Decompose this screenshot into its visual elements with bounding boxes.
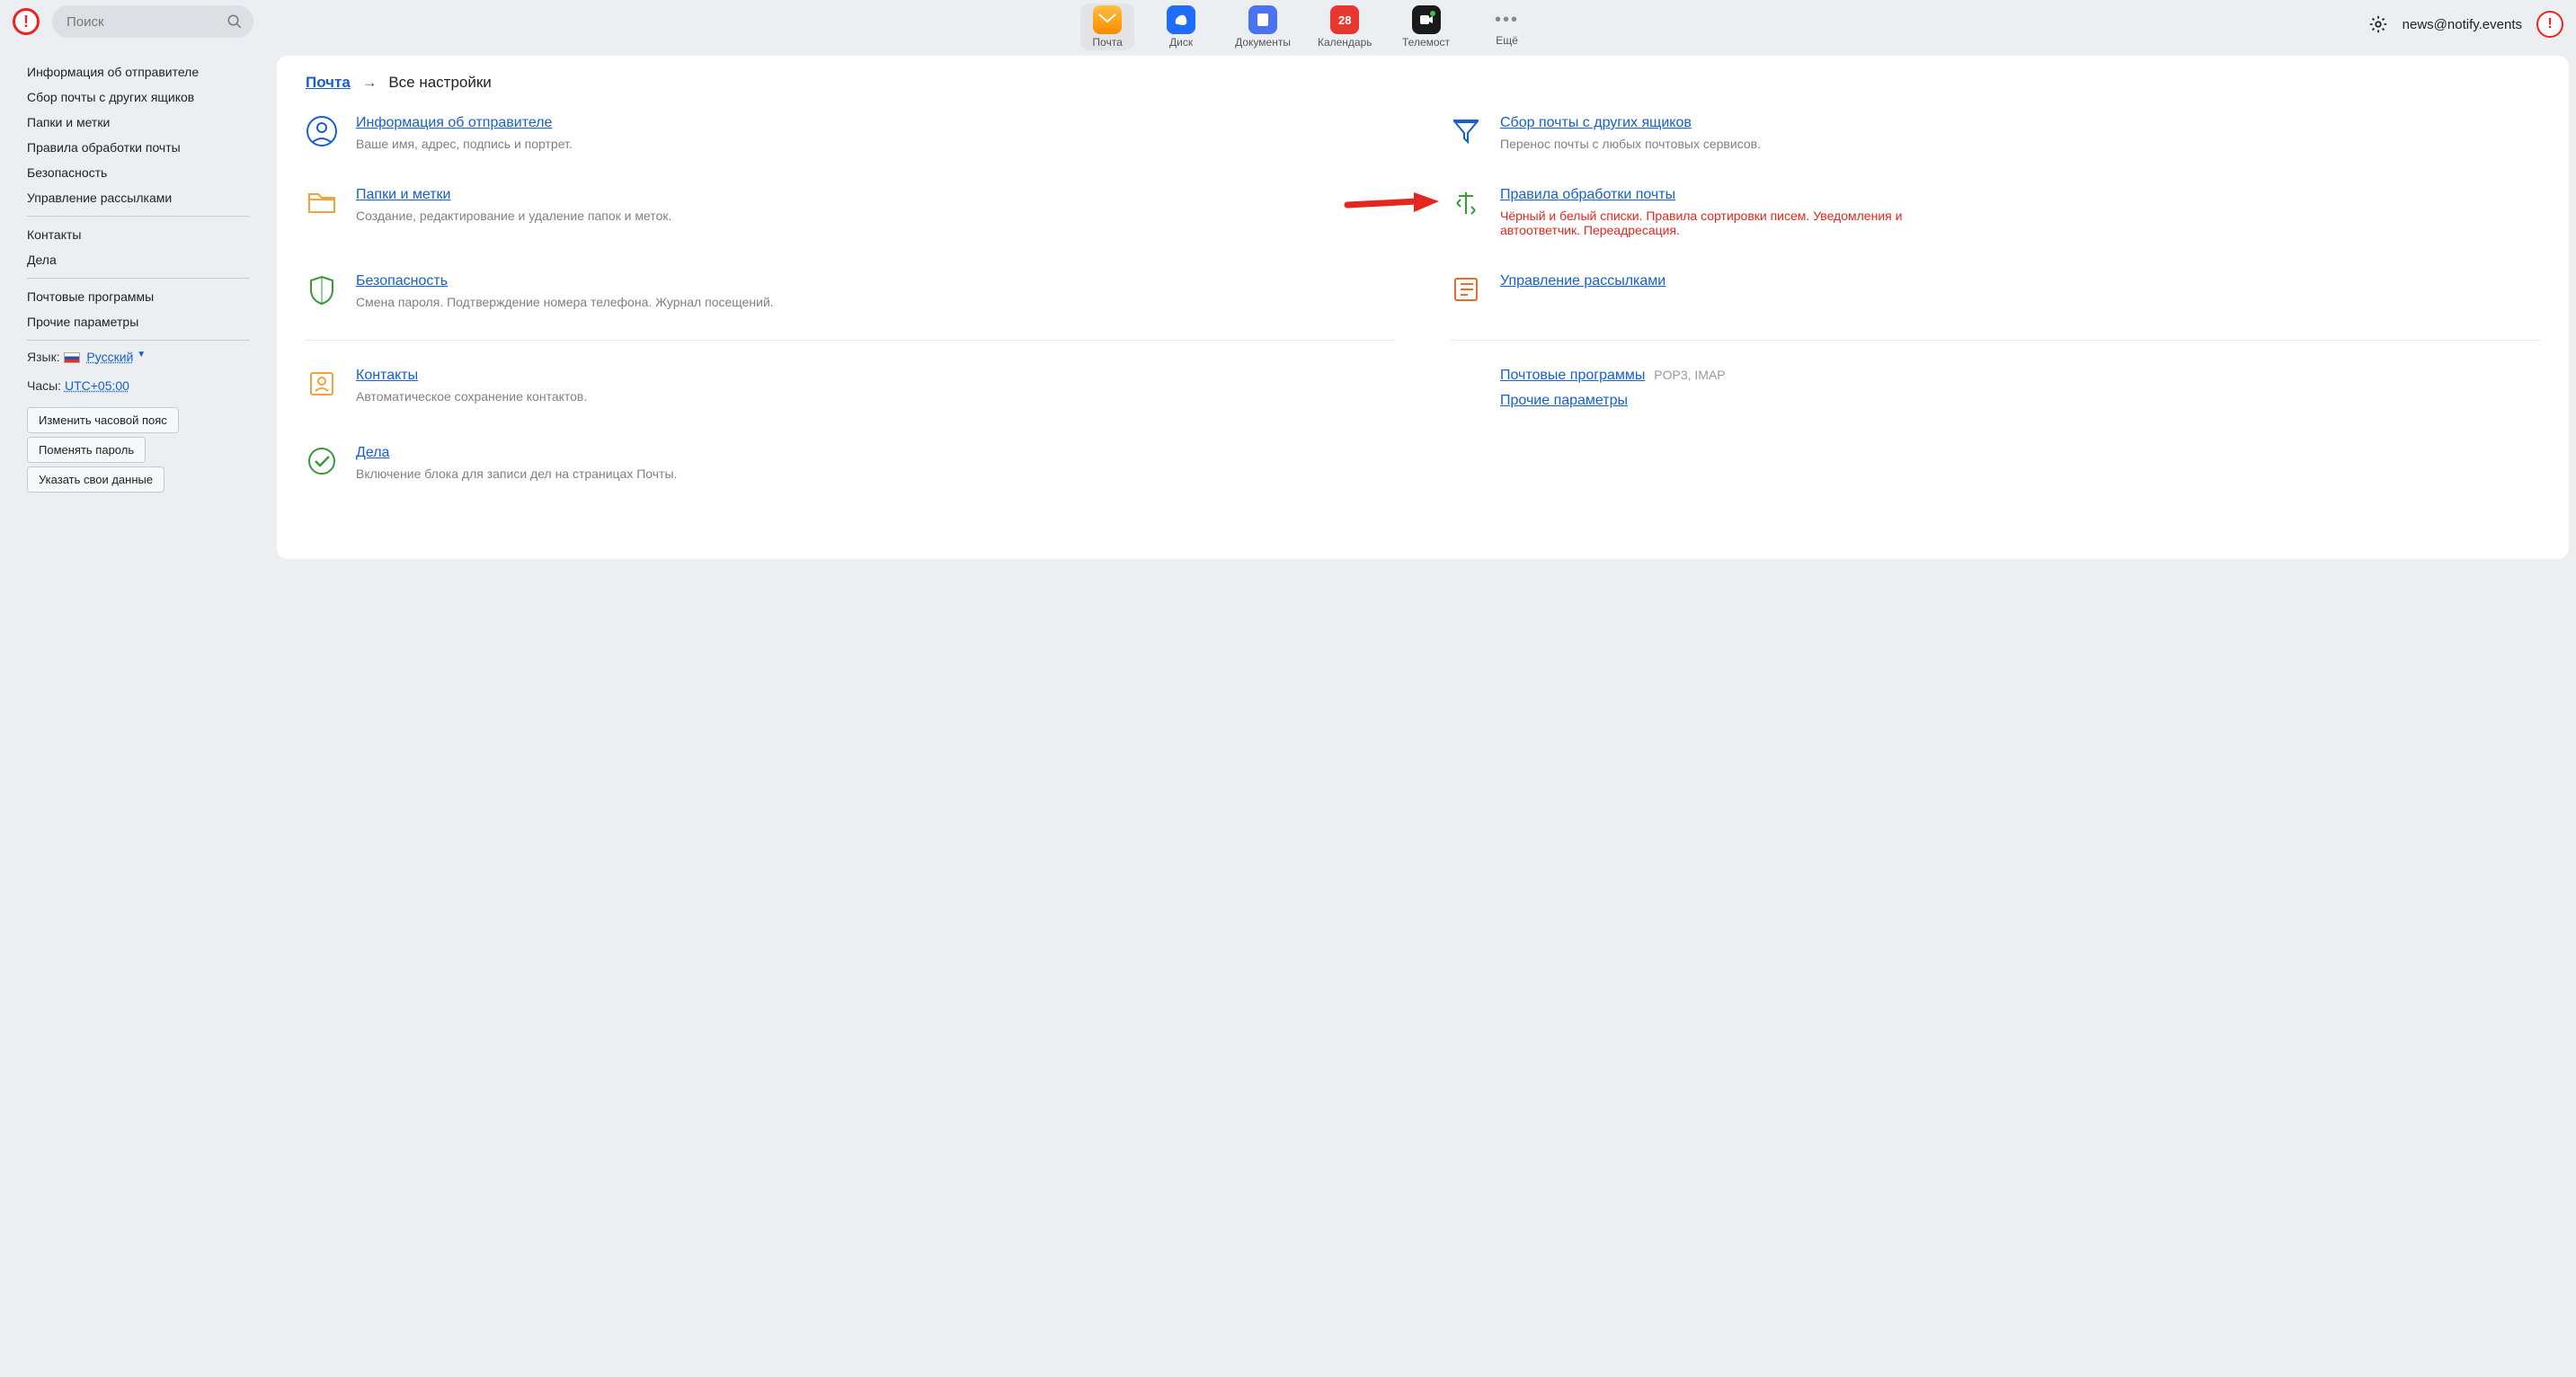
page: Информация об отправителе Сбор почты с д… xyxy=(0,52,2576,559)
search-icon[interactable] xyxy=(227,13,243,30)
card-subs: Управление рассылками xyxy=(1450,273,2540,309)
card-sender-link[interactable]: Информация об отправителе xyxy=(356,115,552,130)
card-todo: Дела Включение блока для записи дел на с… xyxy=(306,445,1396,481)
sidebar-item-sender[interactable]: Информация об отправителе xyxy=(13,59,264,84)
sidebar-item-folders[interactable]: Папки и метки xyxy=(13,110,264,135)
card-folders-desc: Создание, редактирование и удаление папо… xyxy=(356,209,671,223)
divider xyxy=(27,278,250,279)
header-right: news@notify.events ! xyxy=(2368,5,2563,38)
sidebar-item-rules[interactable]: Правила обработки почты xyxy=(13,135,264,160)
card-clients: Почтовые программы POP3, IMAP Прочие пар… xyxy=(1450,340,2540,409)
card-folders: Папки и метки Создание, редактирование и… xyxy=(306,187,1396,237)
card-folders-link[interactable]: Папки и метки xyxy=(356,187,450,202)
change-password-button[interactable]: Поменять пароль xyxy=(27,437,146,463)
service-more[interactable]: ••• Ещё xyxy=(1480,5,1534,49)
newspaper-icon xyxy=(1450,273,1482,306)
avatar[interactable]: ! xyxy=(2536,11,2563,38)
divider xyxy=(27,216,250,217)
card-clients-extra: POP3, IMAP xyxy=(1654,368,1725,382)
card-contacts-desc: Автоматическое сохранение контактов. xyxy=(356,389,587,404)
logo-icon[interactable]: ! xyxy=(13,8,40,35)
breadcrumb-root[interactable]: Почта xyxy=(306,74,351,91)
sidebar: Информация об отправителе Сбор почты с д… xyxy=(7,56,270,559)
more-icon: ••• xyxy=(1495,5,1519,34)
gear-icon[interactable] xyxy=(2368,14,2388,34)
card-rules-desc: Чёрный и белый списки. Правила сортировк… xyxy=(1500,209,1932,237)
sidebar-item-contacts[interactable]: Контакты xyxy=(13,222,264,247)
settings-grid: Информация об отправителе Ваше имя, адре… xyxy=(306,115,2540,481)
card-security-desc: Смена пароля. Подтверждение номера телеф… xyxy=(356,295,774,309)
sidebar-item-collect[interactable]: Сбор почты с других ящиков xyxy=(13,84,264,110)
calendar-badge: 28 xyxy=(1338,13,1351,27)
funnel-icon xyxy=(1450,115,1482,147)
enter-data-button[interactable]: Указать свои данные xyxy=(27,466,164,493)
disk-icon xyxy=(1167,5,1195,34)
shield-icon xyxy=(306,273,338,306)
contact-card-icon xyxy=(306,368,338,400)
service-mail[interactable]: Почта xyxy=(1080,4,1134,50)
service-label: Телемост xyxy=(1402,36,1450,49)
telemost-icon xyxy=(1412,5,1441,34)
card-other-link[interactable]: Прочие параметры xyxy=(1500,393,1628,408)
mail-icon xyxy=(1093,5,1122,34)
divider xyxy=(27,340,250,341)
breadcrumb: Почта → Все настройки xyxy=(306,74,2540,92)
sidebar-item-todo[interactable]: Дела xyxy=(13,247,264,272)
sidebar-item-clients[interactable]: Почтовые программы xyxy=(13,284,264,309)
chevron-down-icon[interactable]: ▼ xyxy=(137,350,146,360)
language-label: Язык: xyxy=(27,350,60,364)
breadcrumb-current: Все настройки xyxy=(388,74,491,91)
service-docs[interactable]: Документы xyxy=(1235,5,1291,49)
card-contacts: Контакты Автоматическое сохранение конта… xyxy=(306,340,1396,409)
card-collect: Сбор почты с других ящиков Перенос почты… xyxy=(1450,115,2540,151)
arrow-right-icon: → xyxy=(362,74,378,91)
clock-row: Часы: UTC+05:00 xyxy=(13,375,264,396)
clock-value[interactable]: UTC+05:00 xyxy=(65,378,129,393)
sidebar-item-security[interactable]: Безопасность xyxy=(13,160,264,185)
docs-icon xyxy=(1248,5,1277,34)
service-calendar[interactable]: 28 Календарь xyxy=(1318,5,1372,49)
card-contacts-link[interactable]: Контакты xyxy=(356,368,418,383)
service-label: Документы xyxy=(1235,36,1291,49)
card-clients-link[interactable]: Почтовые программы xyxy=(1500,368,1645,383)
calendar-icon: 28 xyxy=(1330,5,1359,34)
service-label: Почта xyxy=(1092,36,1122,49)
flag-ru-icon xyxy=(64,352,80,363)
card-collect-desc: Перенос почты с любых почтовых сервисов. xyxy=(1500,137,1761,151)
header-left: ! xyxy=(13,5,253,38)
service-disk[interactable]: Диск xyxy=(1154,5,1208,49)
card-rules: Правила обработки почты Чёрный и белый с… xyxy=(1450,187,2540,237)
clock-label: Часы: xyxy=(27,378,61,393)
check-circle-icon xyxy=(306,445,338,477)
user-circle-icon xyxy=(306,115,338,147)
rules-icon xyxy=(1450,187,1482,219)
language-value[interactable]: Русский xyxy=(86,350,133,364)
language-row: Язык: Русский ▼ xyxy=(13,346,264,368)
service-telemost[interactable]: Телемост xyxy=(1399,5,1453,49)
change-timezone-button[interactable]: Изменить часовой пояс xyxy=(27,407,179,433)
card-security: Безопасность Смена пароля. Подтверждение… xyxy=(306,273,1396,309)
header: ! Почта Диск xyxy=(0,0,2576,52)
card-sender-desc: Ваше имя, адрес, подпись и портрет. xyxy=(356,137,573,151)
card-todo-desc: Включение блока для записи дел на страни… xyxy=(356,466,677,481)
services-nav: Почта Диск Документы 28 Календарь xyxy=(253,5,2368,49)
card-security-link[interactable]: Безопасность xyxy=(356,273,448,289)
service-label: Календарь xyxy=(1318,36,1372,49)
sidebar-item-subs[interactable]: Управление рассылками xyxy=(13,185,264,210)
card-subs-link[interactable]: Управление рассылками xyxy=(1500,273,1666,289)
user-email[interactable]: news@notify.events xyxy=(2403,17,2522,32)
card-collect-link[interactable]: Сбор почты с других ящиков xyxy=(1500,115,1692,130)
card-todo-link[interactable]: Дела xyxy=(356,445,389,460)
main-panel: Почта → Все настройки Информация об отпр… xyxy=(277,56,2569,559)
service-label: Диск xyxy=(1169,36,1193,49)
card-sender: Информация об отправителе Ваше имя, адре… xyxy=(306,115,1396,151)
folder-icon xyxy=(306,187,338,219)
service-label: Ещё xyxy=(1496,34,1518,47)
search-input[interactable] xyxy=(52,5,253,38)
card-rules-link[interactable]: Правила обработки почты xyxy=(1500,187,1675,202)
sidebar-item-other[interactable]: Прочие параметры xyxy=(13,309,264,334)
search-wrap xyxy=(52,5,253,38)
